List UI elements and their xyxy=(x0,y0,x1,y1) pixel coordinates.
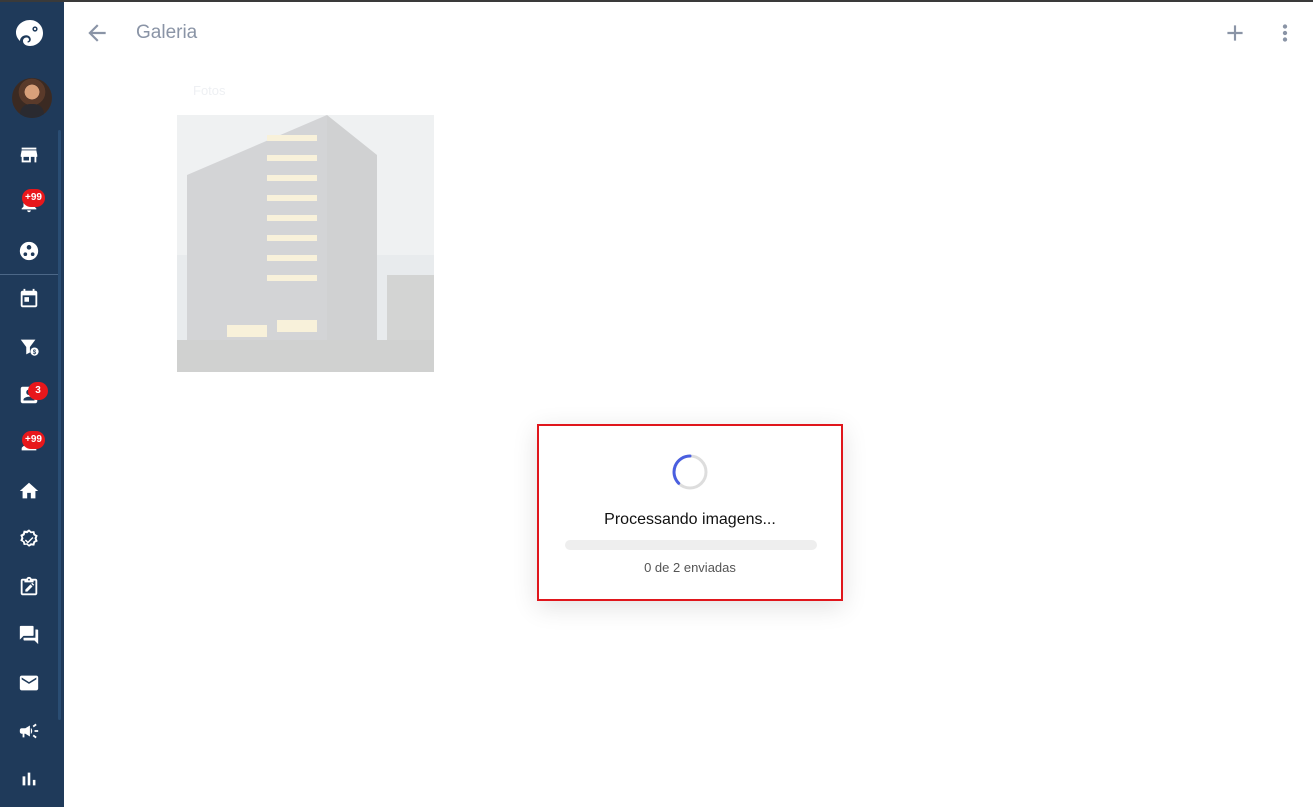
clipboard-edit-icon[interactable] xyxy=(15,573,43,601)
upload-dialog-title: Processando imagens... xyxy=(604,511,776,528)
app-header: Galeria xyxy=(64,2,1313,66)
loading-spinner-icon xyxy=(672,454,708,490)
contacts-badge: 3 xyxy=(28,382,48,400)
sidebar-divider xyxy=(0,274,58,275)
bar-chart-icon[interactable] xyxy=(15,765,43,793)
leads-badge: +99 xyxy=(22,431,45,449)
chameleon-logo-icon[interactable] xyxy=(14,18,46,50)
calendar-icon[interactable] xyxy=(15,285,43,313)
funnel-money-icon[interactable]: $ xyxy=(15,333,43,361)
megaphone-icon[interactable] xyxy=(15,717,43,745)
upload-progress-status: 0 de 2 enviadas xyxy=(644,560,736,575)
home-icon[interactable] xyxy=(15,477,43,505)
gallery-photo-building[interactable] xyxy=(177,115,434,372)
mail-icon[interactable] xyxy=(15,669,43,697)
building-photo-image xyxy=(177,115,434,372)
add-plus-icon[interactable] xyxy=(1222,20,1248,46)
chat-icon[interactable] xyxy=(15,621,43,649)
sidebar-scrollbar[interactable] xyxy=(58,130,61,720)
more-vert-icon[interactable] xyxy=(1272,20,1292,46)
network-icon[interactable] xyxy=(15,237,43,265)
back-arrow-icon[interactable] xyxy=(84,20,110,46)
gallery-section-label: Fotos xyxy=(193,83,226,98)
upload-progress-dialog: Processando imagens... 0 de 2 enviadas xyxy=(537,424,843,601)
verified-check-icon[interactable] xyxy=(15,525,43,553)
sidebar: +99 $ 3 +99 xyxy=(0,2,64,807)
upload-progress-bar xyxy=(565,540,817,550)
store-icon[interactable] xyxy=(15,141,43,169)
page-title: Galeria xyxy=(136,22,198,43)
notifications-badge: +99 xyxy=(22,189,45,207)
user-avatar[interactable] xyxy=(12,78,52,118)
